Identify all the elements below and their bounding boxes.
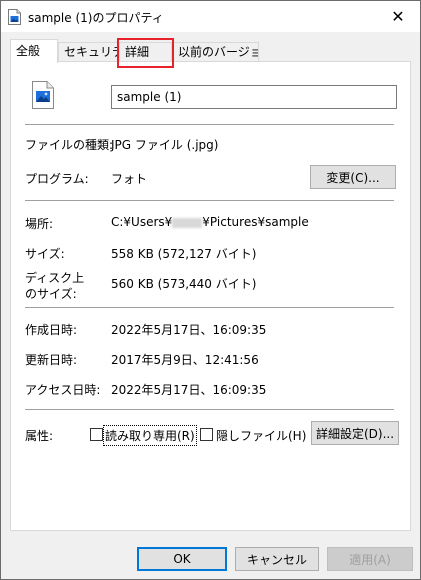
advanced-attributes-label: 詳細設定(D)...: [315, 426, 395, 441]
ok-button-label: OK: [173, 552, 191, 566]
disk-size-label-line2: のサイズ:: [25, 287, 77, 301]
attributes-label: 属性:: [25, 429, 54, 443]
tab-general[interactable]: 全般: [10, 39, 58, 63]
created-value: 2022年5月17日、16:09:35: [111, 323, 267, 337]
location-label: 場所:: [25, 217, 54, 231]
size-label: サイズ:: [25, 247, 65, 261]
file-type-value: JPG ファイル (.jpg): [111, 138, 219, 152]
program-label: プログラム:: [25, 172, 89, 186]
change-program-label: 変更(C)...: [326, 170, 380, 185]
accessed-label: アクセス日時:: [25, 383, 101, 397]
properties-window: sample (1)のプロパティ ✕ 全般 セキュリティ 詳細 以前のバージョン…: [0, 0, 421, 580]
modified-label: 更新日時:: [25, 353, 78, 367]
tab-security[interactable]: セキュリティ: [58, 42, 119, 63]
modified-value: 2017年5月9日、12:41:56: [111, 353, 259, 367]
image-file-icon: [8, 9, 21, 25]
hidden-checkbox[interactable]: [200, 428, 213, 441]
tab-strip: 全般 セキュリティ 詳細 以前のバージョン: [1, 32, 420, 63]
created-label: 作成日時:: [25, 323, 78, 337]
close-icon: ✕: [391, 7, 405, 26]
apply-button[interactable]: 適用(A): [327, 547, 413, 571]
advanced-attributes-button[interactable]: 詳細設定(D)...: [311, 421, 399, 445]
tab-details[interactable]: 詳細: [119, 42, 172, 63]
divider: [25, 409, 394, 410]
cancel-button-label: キャンセル: [246, 552, 307, 567]
close-button[interactable]: ✕: [376, 1, 420, 32]
disk-size-label-line1: ディスク上: [25, 271, 85, 285]
tab-general-label: 全般: [16, 44, 41, 58]
size-value: 558 KB (572,127 バイト): [111, 247, 257, 261]
image-file-icon: [32, 81, 54, 109]
window-title: sample (1)のプロパティ: [28, 11, 164, 25]
accessed-value: 2022年5月17日、16:09:35: [111, 383, 267, 397]
apply-button-label: 適用(A): [349, 552, 391, 567]
divider: [25, 200, 394, 201]
readonly-checkbox[interactable]: [90, 428, 103, 441]
file-type-label: ファイルの種類:: [25, 138, 114, 152]
readonly-checkbox-label[interactable]: 読み取り専用(R): [103, 425, 197, 446]
file-name-input[interactable]: [111, 85, 397, 109]
hidden-checkbox-label[interactable]: 隠しファイル(H): [216, 427, 306, 444]
divider: [25, 307, 394, 308]
cancel-button[interactable]: キャンセル: [235, 547, 319, 571]
redacted-username: [172, 217, 203, 228]
divider: [25, 124, 394, 125]
program-value: フォト: [111, 172, 148, 186]
tab-details-label: 詳細: [125, 45, 150, 59]
change-program-button[interactable]: 変更(C)...: [310, 165, 396, 189]
tab-previous-versions-label: 以前のバージョン: [178, 45, 258, 59]
disk-size-value: 560 KB (573,440 バイト): [111, 277, 257, 291]
location-prefix: C:¥Users¥: [111, 215, 173, 229]
tab-security-label: セキュリティ: [64, 45, 118, 59]
ok-button[interactable]: OK: [137, 547, 227, 571]
location-suffix: ¥Pictures¥sample: [202, 215, 309, 229]
tab-previous-versions[interactable]: 以前のバージョン: [172, 42, 259, 63]
location-value: C:¥Users¥ ¥Pictures¥sample: [111, 215, 309, 229]
title-bar[interactable]: sample (1)のプロパティ ✕: [1, 1, 420, 32]
